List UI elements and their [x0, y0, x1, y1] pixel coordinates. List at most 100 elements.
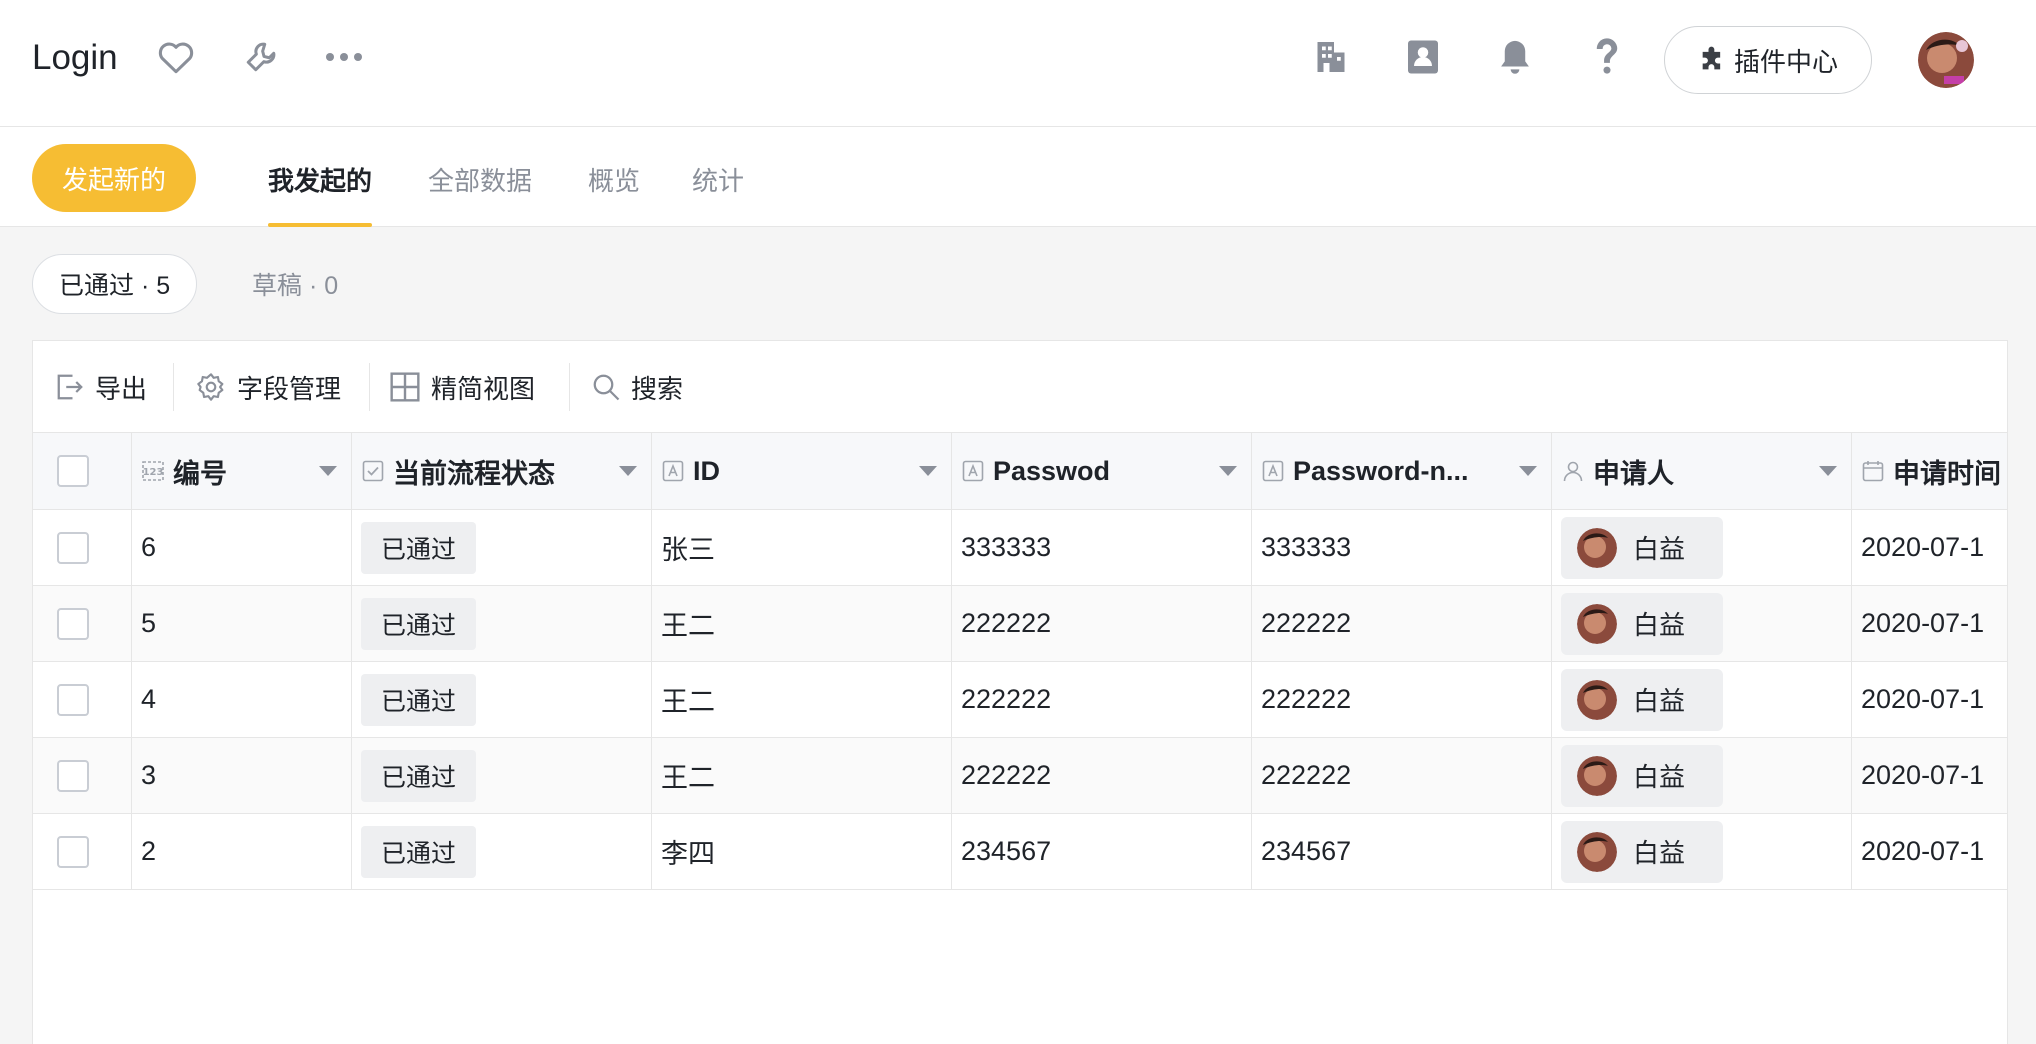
heart-icon[interactable]	[155, 36, 197, 78]
select-all-checkbox[interactable]	[57, 455, 89, 487]
contacts-icon[interactable]	[1402, 36, 1444, 78]
toolbar-divider	[173, 363, 174, 411]
column-header[interactable]: 当前流程状态	[352, 433, 652, 509]
cell-password-n: 333333	[1252, 510, 1552, 585]
cell-id: 张三	[652, 510, 952, 585]
row-checkbox-cell	[33, 586, 132, 661]
gear-icon	[197, 373, 224, 401]
column-menu-caret-icon[interactable]	[1819, 466, 1837, 476]
search-button[interactable]: 搜索	[591, 367, 683, 407]
cell-number: 5	[132, 586, 352, 661]
export-label: 导出	[95, 373, 148, 404]
user-avatar[interactable]	[1918, 32, 1974, 88]
data-panel: 导出 字段管理 精简视图 搜索 123 编号 当前流程状态 ID Passwod…	[32, 340, 2008, 1044]
text-field-icon	[1262, 460, 1284, 482]
app-title: Login	[32, 38, 118, 77]
tab-all-data[interactable]: 全部数据	[428, 161, 532, 227]
cell-apply-time: 2020-07-1	[1861, 532, 1985, 562]
column-header[interactable]: ID	[652, 433, 952, 509]
cell-password-n: 222222	[1252, 738, 1552, 813]
applicant-tag[interactable]: 白益	[1561, 592, 1723, 655]
cell-passwod: 222222	[952, 586, 1252, 661]
applicant-name: 白益	[1633, 838, 1686, 868]
tab-statistics[interactable]: 统计	[692, 161, 744, 227]
status-badge: 已通过	[361, 749, 477, 802]
tab-overview[interactable]: 概览	[588, 161, 640, 227]
plugin-center-button[interactable]: 插件中心	[1664, 26, 1872, 94]
row-checkbox-cell	[33, 738, 132, 813]
cell-applicant: 白益	[1552, 738, 1852, 813]
cell-apply-time: 2020-07-1	[1861, 608, 1985, 638]
header-checkbox-cell	[33, 433, 132, 509]
column-header-label: 当前流程状态	[393, 458, 555, 489]
cell-passwod: 222222	[952, 738, 1252, 813]
column-menu-caret-icon[interactable]	[919, 466, 937, 476]
status-badge: 已通过	[361, 673, 477, 726]
row-checkbox[interactable]	[57, 683, 89, 716]
compact-view-button[interactable]: 精简视图	[389, 367, 535, 407]
row-checkbox-cell	[33, 510, 132, 585]
filter-draft-chip[interactable]: 草稿 · 0	[226, 254, 364, 314]
row-checkbox[interactable]	[57, 607, 89, 640]
table-row[interactable]: 5 已通过 王二 222222 222222 白益 2020-07-1	[33, 586, 2007, 662]
column-header[interactable]: 申请时间	[1852, 433, 2036, 509]
cell-applicant: 白益	[1552, 814, 1852, 889]
applicant-tag[interactable]: 白益	[1561, 516, 1723, 579]
cell-status: 已通过	[352, 662, 652, 737]
cell-applicant: 白益	[1552, 586, 1852, 661]
puzzle-icon	[1702, 46, 1721, 70]
export-button[interactable]: 导出	[55, 367, 147, 407]
cell-apply-time: 2020-07-1	[1861, 684, 1985, 714]
row-checkbox[interactable]	[57, 835, 89, 868]
cell-passwod: 333333	[952, 510, 1252, 585]
bell-icon[interactable]	[1494, 36, 1536, 78]
applicant-tag[interactable]: 白益	[1561, 668, 1723, 731]
field-manage-button[interactable]: 字段管理	[195, 367, 341, 407]
applicant-name: 白益	[1633, 534, 1686, 564]
column-header[interactable]: 申请人	[1552, 433, 1852, 509]
cell-status: 已通过	[352, 814, 652, 889]
start-new-button[interactable]: 发起新的	[32, 144, 196, 212]
column-menu-caret-icon[interactable]	[1219, 466, 1237, 476]
applicant-tag[interactable]: 白益	[1561, 744, 1723, 807]
table-row[interactable]: 2 已通过 李四 234567 234567 白益 2020-07-1	[33, 814, 2007, 890]
column-header[interactable]: Passwod	[952, 433, 1252, 509]
column-menu-caret-icon[interactable]	[319, 466, 337, 476]
row-checkbox[interactable]	[57, 759, 89, 792]
cell-password-n: 234567	[1252, 814, 1552, 889]
status-badge: 已通过	[361, 521, 477, 574]
export-icon	[57, 374, 83, 400]
row-checkbox[interactable]	[57, 531, 89, 564]
tab-bar: 发起新的 我发起的 全部数据 概览 统计	[0, 127, 2036, 227]
grid-icon	[390, 372, 420, 402]
plugin-center-label: 插件中心	[1733, 46, 1838, 77]
cell-applicant: 白益	[1552, 510, 1852, 585]
tab-my-initiated[interactable]: 我发起的	[268, 161, 373, 227]
cell-apply-time: 2020-07-1	[1861, 836, 1985, 866]
more-icon[interactable]	[323, 36, 365, 78]
cell-passwod: 222222	[952, 662, 1252, 737]
svg-text:123: 123	[143, 467, 164, 478]
compact-view-label: 精简视图	[431, 373, 536, 404]
column-header-label: Passwod	[993, 455, 1111, 486]
table-row[interactable]: 6 已通过 张三 333333 333333 白益 2020-07-1	[33, 510, 2007, 586]
avatar	[1577, 679, 1617, 720]
column-header-label: 申请人	[1593, 458, 1674, 489]
applicant-name: 白益	[1633, 686, 1686, 716]
column-menu-caret-icon[interactable]	[1519, 466, 1537, 476]
column-header[interactable]: 123 编号	[132, 433, 352, 509]
status-badge: 已通过	[361, 597, 477, 650]
filter-approved-chip[interactable]: 已通过 · 5	[32, 254, 198, 314]
column-header[interactable]: Password-n...	[1252, 433, 1552, 509]
user-field-icon	[1563, 461, 1583, 482]
help-icon[interactable]	[1586, 36, 1628, 78]
applicant-tag[interactable]: 白益	[1561, 820, 1723, 883]
column-header-label: Password-n...	[1293, 455, 1469, 486]
table-row[interactable]: 4 已通过 王二 222222 222222 白益 2020-07-1	[33, 662, 2007, 738]
building-icon[interactable]	[1310, 36, 1352, 78]
avatar	[1577, 603, 1617, 644]
column-menu-caret-icon[interactable]	[619, 466, 637, 476]
search-label: 搜索	[631, 373, 684, 404]
wrench-icon[interactable]	[240, 36, 282, 78]
table-row[interactable]: 3 已通过 王二 222222 222222 白益 2020-07-1	[33, 738, 2007, 814]
